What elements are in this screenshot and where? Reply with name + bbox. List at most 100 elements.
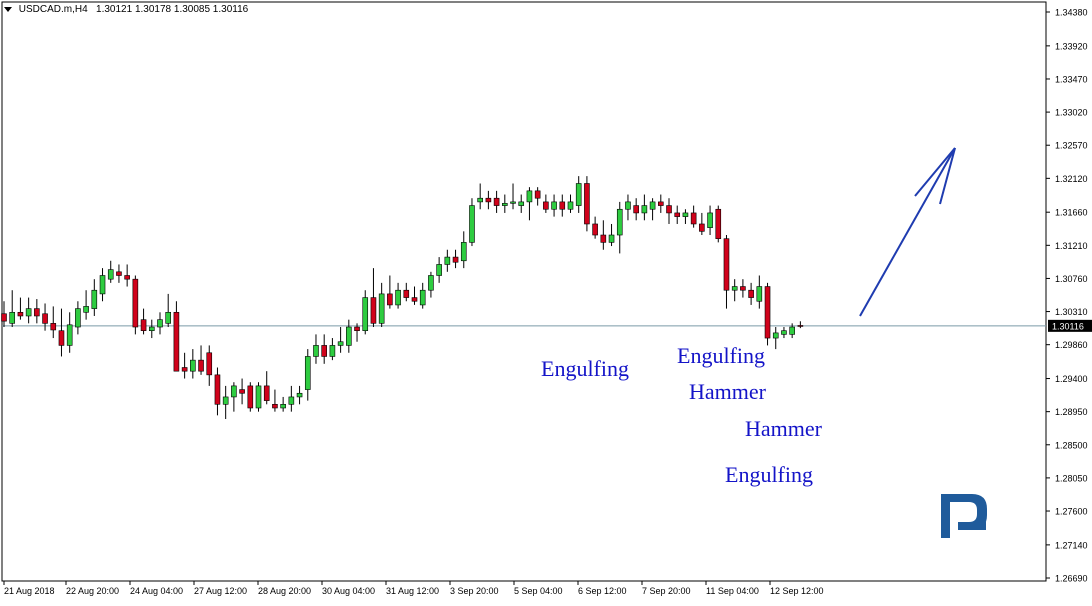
- candle-body-bull: [781, 330, 787, 335]
- candle-body-bear: [657, 201, 664, 206]
- chart-header[interactable]: USDCAD.m,H4 1.30121 1.30178 1.30085 1.30…: [4, 4, 248, 15]
- x-tick-label: 3 Sep 20:00: [450, 586, 499, 596]
- candle-body-bull: [296, 392, 303, 398]
- candle-body-bull: [346, 326, 352, 346]
- candle-body-bear: [411, 297, 418, 302]
- candle-body-bear: [666, 205, 672, 214]
- candle-body-bear: [321, 345, 327, 357]
- candle-body-bull: [731, 286, 738, 291]
- y-tick-label: 1.31660: [1055, 208, 1088, 218]
- forecast-arrow: [859, 147, 956, 317]
- candle: [157, 312, 163, 335]
- candle-body-bull: [395, 289, 401, 306]
- candle-body-bear: [17, 311, 24, 317]
- candle: [657, 194, 664, 213]
- candle-body-bear: [181, 367, 188, 372]
- candle-body-bear: [206, 352, 213, 376]
- candle: [83, 290, 89, 320]
- candle: [58, 308, 65, 357]
- candle-body-bear: [239, 389, 245, 394]
- candle-body-bull: [575, 183, 582, 206]
- candle-body-bull: [313, 345, 319, 357]
- candle: [551, 194, 557, 217]
- candle-body-bear: [543, 201, 549, 210]
- candle-body-bull: [616, 208, 623, 236]
- y-tick-label: 1.31210: [1055, 241, 1088, 251]
- x-tick-label: 6 Sep 12:00: [578, 586, 627, 596]
- candle: [690, 205, 697, 228]
- candle: [444, 249, 451, 272]
- x-tick-label: 28 Aug 20:00: [258, 586, 311, 596]
- candle-body-bull: [551, 201, 557, 210]
- candle-body-bear: [198, 359, 204, 372]
- candle-body-bull: [707, 212, 713, 228]
- candle: [600, 220, 607, 250]
- candle: [304, 349, 311, 401]
- brand-logo: [941, 494, 987, 538]
- ohlc-values: 1.30121 1.30178 1.30085 1.30116: [96, 4, 249, 15]
- candle-body-bear: [124, 275, 130, 280]
- current-price-label: 1.30116: [1052, 321, 1084, 331]
- candle-body-bull: [526, 190, 533, 203]
- candle-body-bear: [592, 223, 598, 236]
- candle: [222, 385, 229, 420]
- candle-body-bull: [772, 332, 779, 339]
- candle-body-bear: [748, 289, 754, 298]
- candle-body-bull: [66, 324, 73, 346]
- y-tick-label: 1.33020: [1055, 108, 1088, 118]
- candle-body-bull: [99, 275, 106, 295]
- candle: [740, 279, 746, 298]
- plot-frame: [1, 1, 1047, 582]
- candle: [132, 275, 139, 335]
- candle: [272, 389, 278, 412]
- y-tick-label: 1.32120: [1055, 174, 1088, 184]
- candle: [395, 282, 401, 309]
- candle: [460, 231, 467, 269]
- annotation-engulfing-1: Engulfing: [541, 356, 629, 381]
- candle: [370, 268, 377, 328]
- candle-body-bear: [797, 325, 804, 327]
- candle-body-bull: [682, 212, 689, 217]
- candle-body-bull: [477, 197, 483, 203]
- dropdown-triangle-icon[interactable]: [4, 6, 12, 12]
- y-tick-label: 1.32570: [1055, 141, 1088, 151]
- y-tick-label: 1.26690: [1055, 574, 1088, 584]
- candle: [641, 194, 648, 221]
- candle: [477, 183, 483, 210]
- annotation-hammer-1: Hammer: [689, 379, 766, 404]
- candle: [42, 303, 48, 331]
- candle-body-bull: [222, 396, 229, 405]
- y-tick-label: 1.28050: [1055, 473, 1088, 483]
- candle: [321, 334, 327, 364]
- candle: [296, 385, 303, 405]
- candle: [436, 257, 442, 283]
- candle: [206, 345, 213, 386]
- candle: [674, 205, 681, 224]
- candle: [50, 306, 57, 339]
- candle-body-bull: [444, 256, 451, 265]
- candle: [469, 198, 475, 247]
- candle-body-bull: [148, 326, 155, 331]
- candle-body-bull: [419, 289, 426, 306]
- candle-body-bear: [173, 311, 180, 372]
- x-tick-label: 12 Sep 12:00: [770, 586, 824, 596]
- x-tick-label: 31 Aug 12:00: [386, 586, 439, 596]
- candle: [510, 183, 516, 210]
- candle: [75, 301, 81, 335]
- candle-body-bear: [247, 385, 254, 409]
- candle: [387, 275, 393, 309]
- candle-body-bear: [354, 326, 360, 331]
- candle-body-bear: [58, 330, 65, 346]
- candle-body-bull: [428, 275, 434, 291]
- candle: [255, 382, 262, 412]
- candle: [337, 327, 344, 353]
- candle: [797, 321, 804, 329]
- y-tick-label: 1.29400: [1055, 374, 1088, 384]
- y-tick-label: 1.28500: [1055, 440, 1088, 450]
- candle: [608, 223, 615, 247]
- symbol-label: USDCAD.m,H4: [18, 4, 88, 15]
- candle: [452, 249, 459, 269]
- x-tick-label: 30 Aug 04:00: [322, 586, 375, 596]
- candle: [411, 286, 418, 305]
- y-tick-label: 1.30310: [1055, 307, 1088, 317]
